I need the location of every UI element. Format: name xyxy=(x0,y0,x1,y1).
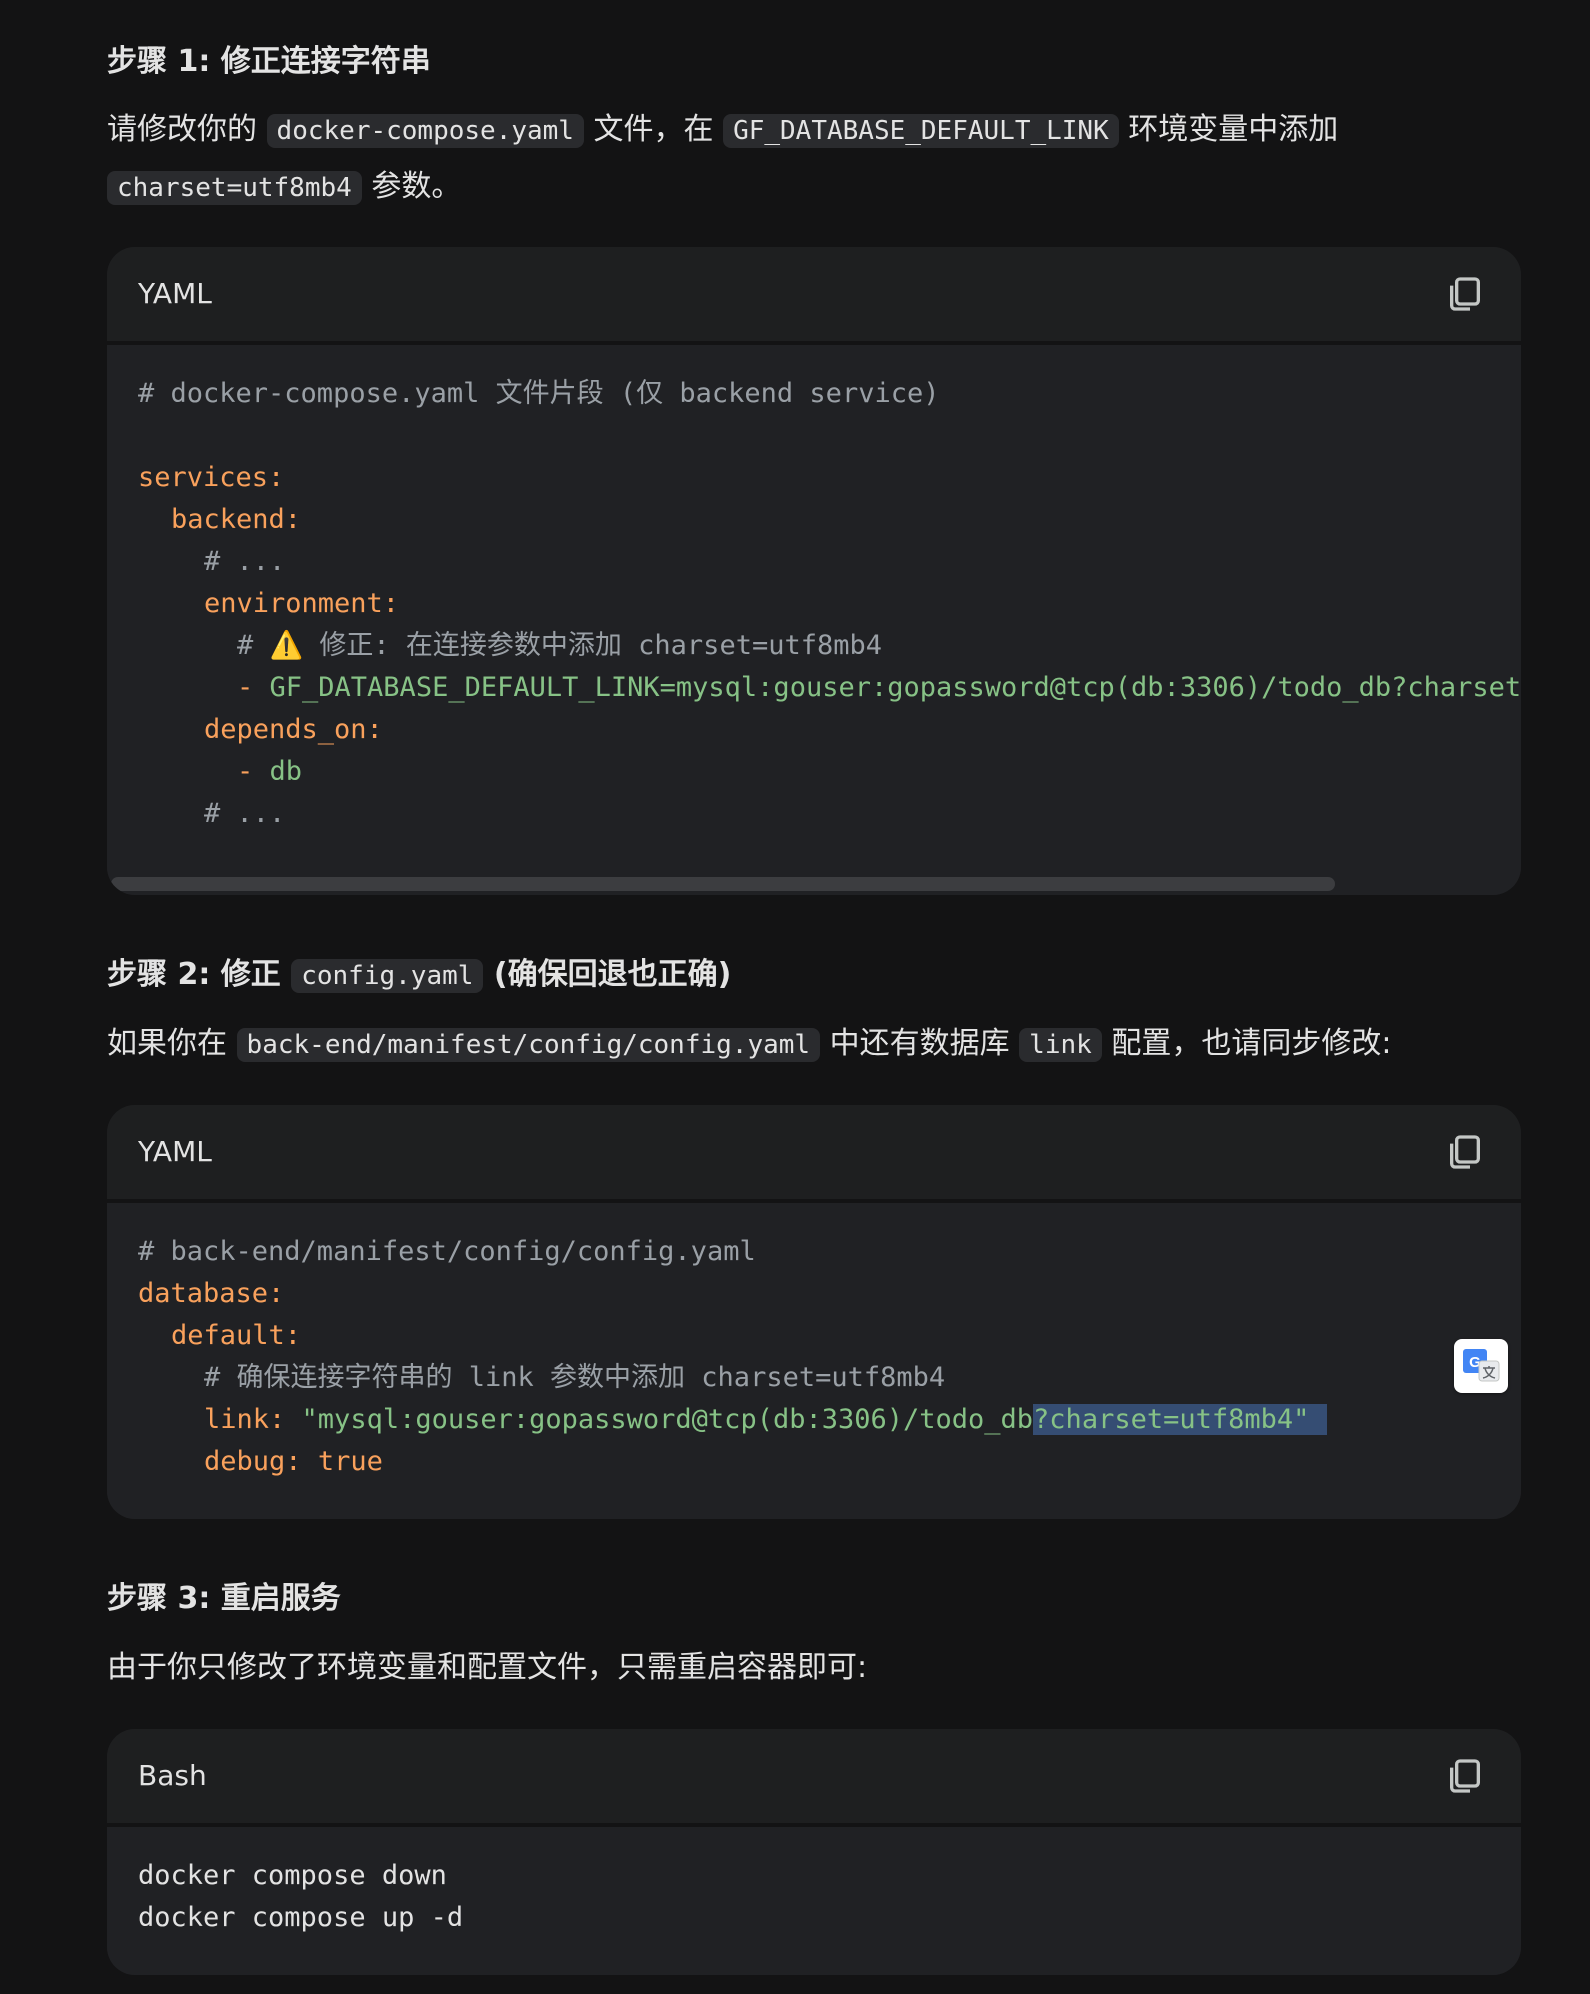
yaml-key: link: xyxy=(204,1404,286,1435)
code-block-header: YAML xyxy=(107,247,1521,345)
code-line: docker compose up -d xyxy=(138,1902,464,1933)
warning-icon: ⚠️ xyxy=(269,630,304,661)
horizontal-scrollbar[interactable] xyxy=(111,877,1335,891)
copy-icon[interactable] xyxy=(1445,1756,1485,1796)
code-line: - db xyxy=(138,751,1521,793)
chat-response: 步骤 1: 修正连接字符串 请修改你的 docker-compose.yaml … xyxy=(0,0,1590,1994)
code-line: # ⚠️ 修正: 在连接参数中添加 charset=utf8mb4 xyxy=(138,625,1521,667)
code-block-config-yaml: YAML # back-end/manifest/config/config.y… xyxy=(107,1105,1521,1519)
code-block-docker-compose: YAML # docker-compose.yaml 文件片段 (仅 backe… xyxy=(107,247,1521,895)
code-line: debug: true xyxy=(138,1441,1521,1483)
step2-heading-text-2: (确保回退也正确) xyxy=(493,957,732,992)
step1-text-4: 参数。 xyxy=(371,169,462,204)
step2-heading-text-1: 步骤 2: 修正 xyxy=(107,957,281,992)
comment-text: 修正: 在连接参数中添加 charset=utf8mb4 xyxy=(303,630,882,661)
step2-paragraph: 如果你在 back-end/manifest/config/config.yam… xyxy=(107,1016,1527,1073)
inline-code-config: config.yaml xyxy=(291,959,484,993)
step1-paragraph: 请修改你的 docker-compose.yaml 文件，在 GF_DATABA… xyxy=(107,102,1527,216)
code-line: depends_on: xyxy=(204,714,383,745)
code-block-body: # docker-compose.yaml 文件片段 (仅 backend se… xyxy=(107,345,1521,895)
code-line: default: xyxy=(171,1320,302,1351)
yaml-key: debug: xyxy=(204,1446,302,1477)
step2-text-1: 如果你在 xyxy=(107,1026,227,1061)
list-dash: - xyxy=(237,672,270,703)
code-line: environment: xyxy=(204,588,400,619)
step2-text-2: 中还有数据库 xyxy=(829,1026,1010,1061)
inline-code-config-path: back-end/manifest/config/config.yaml xyxy=(236,1028,821,1062)
code-block-body: # back-end/manifest/config/config.yaml d… xyxy=(107,1203,1521,1519)
step1-text-2: 文件，在 xyxy=(593,112,714,147)
copy-icon[interactable] xyxy=(1445,274,1485,314)
code-block-bash: Bash docker compose down docker compose … xyxy=(107,1729,1521,1975)
step1-heading: 步骤 1: 修正连接字符串 xyxy=(107,44,431,79)
code-line: backend: xyxy=(171,504,302,535)
inline-code-env-var: GF_DATABASE_DEFAULT_LINK xyxy=(723,114,1119,148)
inline-code-link: link xyxy=(1019,1028,1102,1062)
step1-text-3: 环境变量中添加 xyxy=(1128,112,1339,147)
step2-text-3: 配置，也请同步修改: xyxy=(1111,1026,1392,1061)
code-language-label: YAML xyxy=(138,1135,212,1168)
code-block-body: docker compose down docker compose up -d xyxy=(107,1827,1521,1975)
comment-hash: # xyxy=(237,630,270,661)
translate-glyph: G xyxy=(1463,1349,1500,1382)
code-language-label: Bash xyxy=(138,1759,207,1792)
code-language-label: YAML xyxy=(138,277,212,310)
code-line: # back-end/manifest/config/config.yaml xyxy=(138,1236,756,1267)
code-line: # ... xyxy=(204,798,286,829)
env-value: GF_DATABASE_DEFAULT_LINK=mysql:gouser:go… xyxy=(269,672,1521,703)
code-line: services: xyxy=(138,462,285,493)
code-line: database: xyxy=(138,1278,285,1309)
step1-text-1: 请修改你的 xyxy=(107,112,257,147)
copy-icon[interactable] xyxy=(1445,1132,1485,1172)
list-value: db xyxy=(269,756,303,787)
code-line: docker compose down xyxy=(138,1860,447,1891)
list-dash: - xyxy=(237,756,270,787)
google-translate-icon[interactable]: G xyxy=(1454,1339,1508,1393)
code-block-header: YAML xyxy=(107,1105,1521,1203)
code-line: - GF_DATABASE_DEFAULT_LINK=mysql:gouser:… xyxy=(138,667,1521,709)
inline-code-charset: charset=utf8mb4 xyxy=(107,171,362,205)
inline-code-docker-compose: docker-compose.yaml xyxy=(266,114,584,148)
code-line: # ... xyxy=(204,546,286,577)
code-line: link: "mysql:gouser:gopassword@tcp(db:33… xyxy=(138,1399,1521,1441)
step2-heading: 步骤 2: 修正 config.yaml (确保回退也正确) xyxy=(107,953,731,998)
code-line: # docker-compose.yaml 文件片段 (仅 backend se… xyxy=(138,378,940,409)
code-block-header: Bash xyxy=(107,1729,1521,1827)
yaml-string: "mysql:gouser:gopassword@tcp(db:3306)/to… xyxy=(301,1404,1034,1435)
step3-paragraph: 由于你只修改了环境变量和配置文件，只需重启容器即可: xyxy=(107,1650,868,1685)
selected-text: ?charset=utf8mb4" xyxy=(1033,1404,1328,1435)
yaml-bool: true xyxy=(317,1446,383,1477)
step3-heading: 步骤 3: 重启服务 xyxy=(107,1581,341,1616)
code-line: # 确保连接字符串的 link 参数中添加 charset=utf8mb4 xyxy=(204,1362,946,1393)
